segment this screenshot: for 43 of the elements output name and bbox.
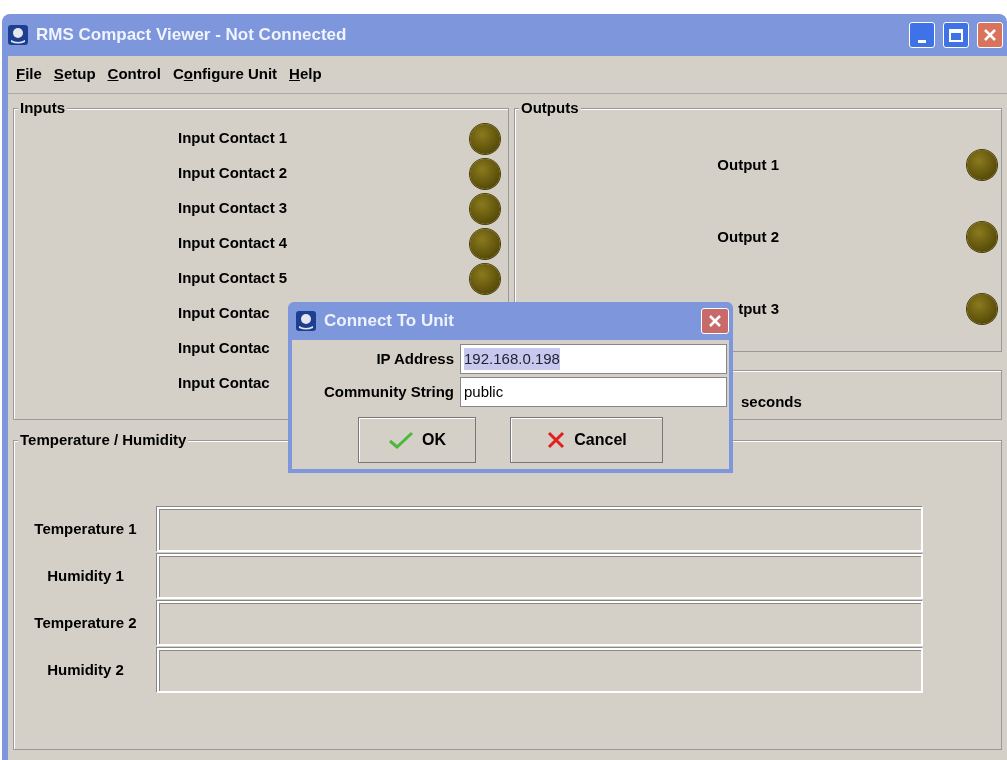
sensor-label: Humidity 2: [47, 660, 124, 681]
maximize-button[interactable]: [943, 22, 969, 48]
close-button[interactable]: [977, 22, 1003, 48]
output-label: Output 2: [717, 226, 779, 247]
menu-item[interactable]: Configure Unit: [166, 63, 284, 86]
sensor-label: Humidity 1: [47, 566, 124, 587]
sensor-label: Temperature 2: [34, 613, 137, 634]
input-label: Input Contact 3: [178, 198, 288, 219]
indicator-light: [967, 222, 997, 252]
menu-item[interactable]: Help: [283, 63, 328, 86]
app-icon: [296, 311, 316, 331]
menu-item[interactable]: File: [10, 63, 48, 86]
input-label: Input Contac: [178, 373, 270, 394]
cancel-button[interactable]: Cancel: [510, 417, 663, 463]
menu-item[interactable]: Setup: [47, 63, 102, 86]
window-title: RMS Compact Viewer - Not Connected: [36, 24, 348, 47]
input-label: Input Contact 2: [178, 163, 288, 184]
input-label: Input Contact 1: [178, 128, 288, 149]
dialog-title: Connect To Unit: [324, 310, 455, 333]
input-label: Input Contact 5: [178, 268, 288, 289]
indicator-light: [967, 150, 997, 180]
input-label: Input Contact 4: [178, 233, 288, 254]
minimize-button[interactable]: [909, 22, 935, 48]
group-title: Temperature / Humidity: [18, 431, 189, 449]
output-label: Output 1: [717, 154, 779, 175]
menu-item[interactable]: Control: [101, 63, 167, 86]
output-label: tput 3: [738, 298, 779, 319]
input-label: Input Contac: [178, 338, 270, 359]
field-label: IP Address: [376, 348, 454, 369]
field-label: Community String: [324, 381, 454, 402]
text-field[interactable]: 192.168.0.198: [460, 344, 727, 374]
ok-button[interactable]: OK: [358, 417, 476, 463]
close-icon: [983, 28, 997, 42]
input-label: Input Contac: [178, 303, 270, 324]
sensor-label: Temperature 1: [34, 519, 137, 540]
indicator-light: [967, 294, 997, 324]
close-button[interactable]: [701, 308, 729, 334]
timer-unit: seconds: [741, 391, 802, 412]
text-field[interactable]: public: [460, 377, 727, 407]
app-icon: [8, 25, 28, 45]
cross-icon: [546, 430, 567, 450]
close-icon: [708, 314, 722, 328]
checkmark-icon: [388, 431, 414, 449]
